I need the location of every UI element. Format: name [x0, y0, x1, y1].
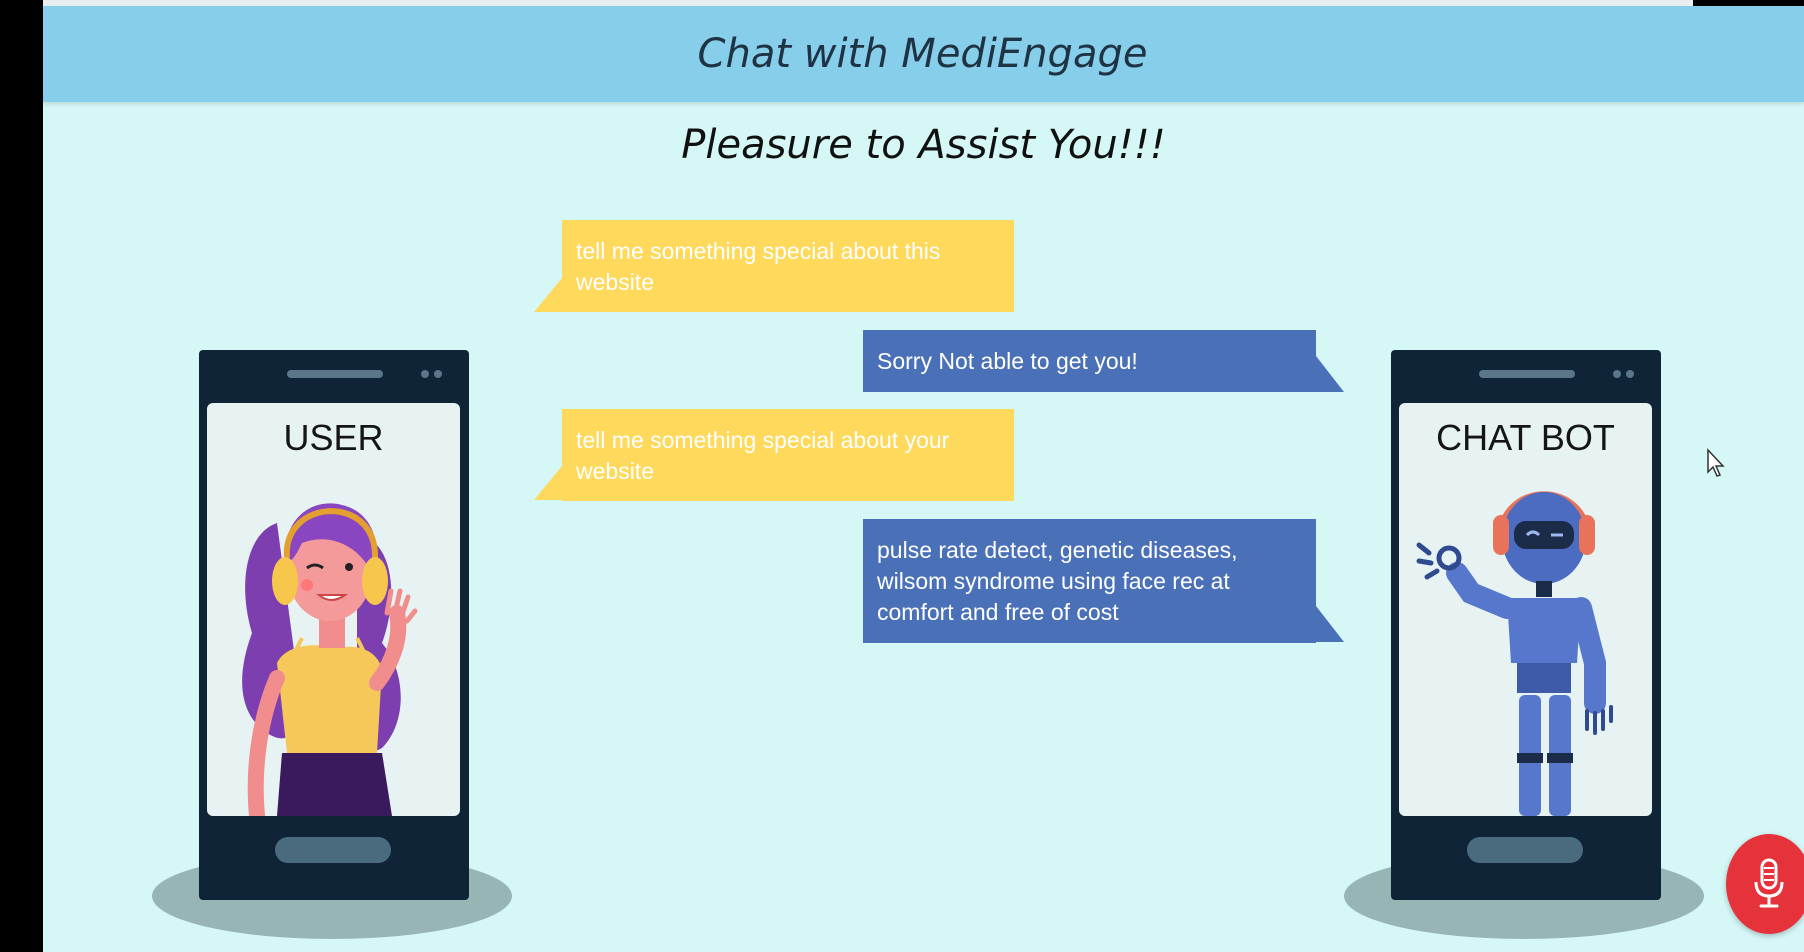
header-bar: Chat with MediEngage	[43, 6, 1804, 102]
user-phone: USER	[199, 350, 469, 900]
chat-app: Chat with MediEngage Pleasure to Assist …	[43, 0, 1804, 952]
bot-message: Sorry Not able to get you!	[863, 330, 1316, 392]
phone-sensor-dot	[421, 370, 429, 378]
user-message-text: tell me something special about this web…	[576, 238, 941, 295]
phone-speaker	[1479, 370, 1575, 378]
bot-message-text: pulse rate detect, genetic diseases, wil…	[877, 537, 1238, 625]
user-message-text: tell me something special about your web…	[576, 427, 950, 484]
phone-sensor-dot	[1613, 370, 1621, 378]
woman-headphones-illustration	[242, 503, 418, 816]
bot-message: pulse rate detect, genetic diseases, wil…	[863, 519, 1316, 643]
user-message: tell me something special about your web…	[562, 409, 1014, 501]
microphone-icon	[1754, 858, 1784, 908]
phone-sensor-dot	[434, 370, 442, 378]
robot-illustration	[1416, 491, 1613, 816]
bot-phone-screen: CHAT BOT	[1399, 403, 1652, 816]
user-phone-screen: USER	[207, 403, 460, 816]
user-bubble-tail	[534, 278, 562, 312]
bot-bubble-tail	[1316, 606, 1344, 642]
mouse-pointer-icon	[1707, 448, 1725, 477]
user-message: tell me something special about this web…	[562, 220, 1014, 312]
chat-bot-label: CHAT BOT	[1436, 417, 1615, 458]
page-subtitle: Pleasure to Assist You!!!	[681, 122, 1166, 168]
bot-bubble-tail	[1316, 356, 1344, 392]
phone-home-button	[275, 837, 391, 863]
page-title: Chat with MediEngage	[697, 31, 1148, 77]
user-bubble-tail	[534, 466, 562, 500]
bot-phone: CHAT BOT	[1391, 350, 1661, 900]
user-label: USER	[283, 417, 384, 458]
phone-sensor-dot	[1626, 370, 1634, 378]
phone-home-button	[1467, 837, 1583, 863]
phone-speaker	[287, 370, 383, 378]
bot-message-text: Sorry Not able to get you!	[877, 348, 1138, 374]
microphone-button[interactable]	[1726, 834, 1804, 934]
